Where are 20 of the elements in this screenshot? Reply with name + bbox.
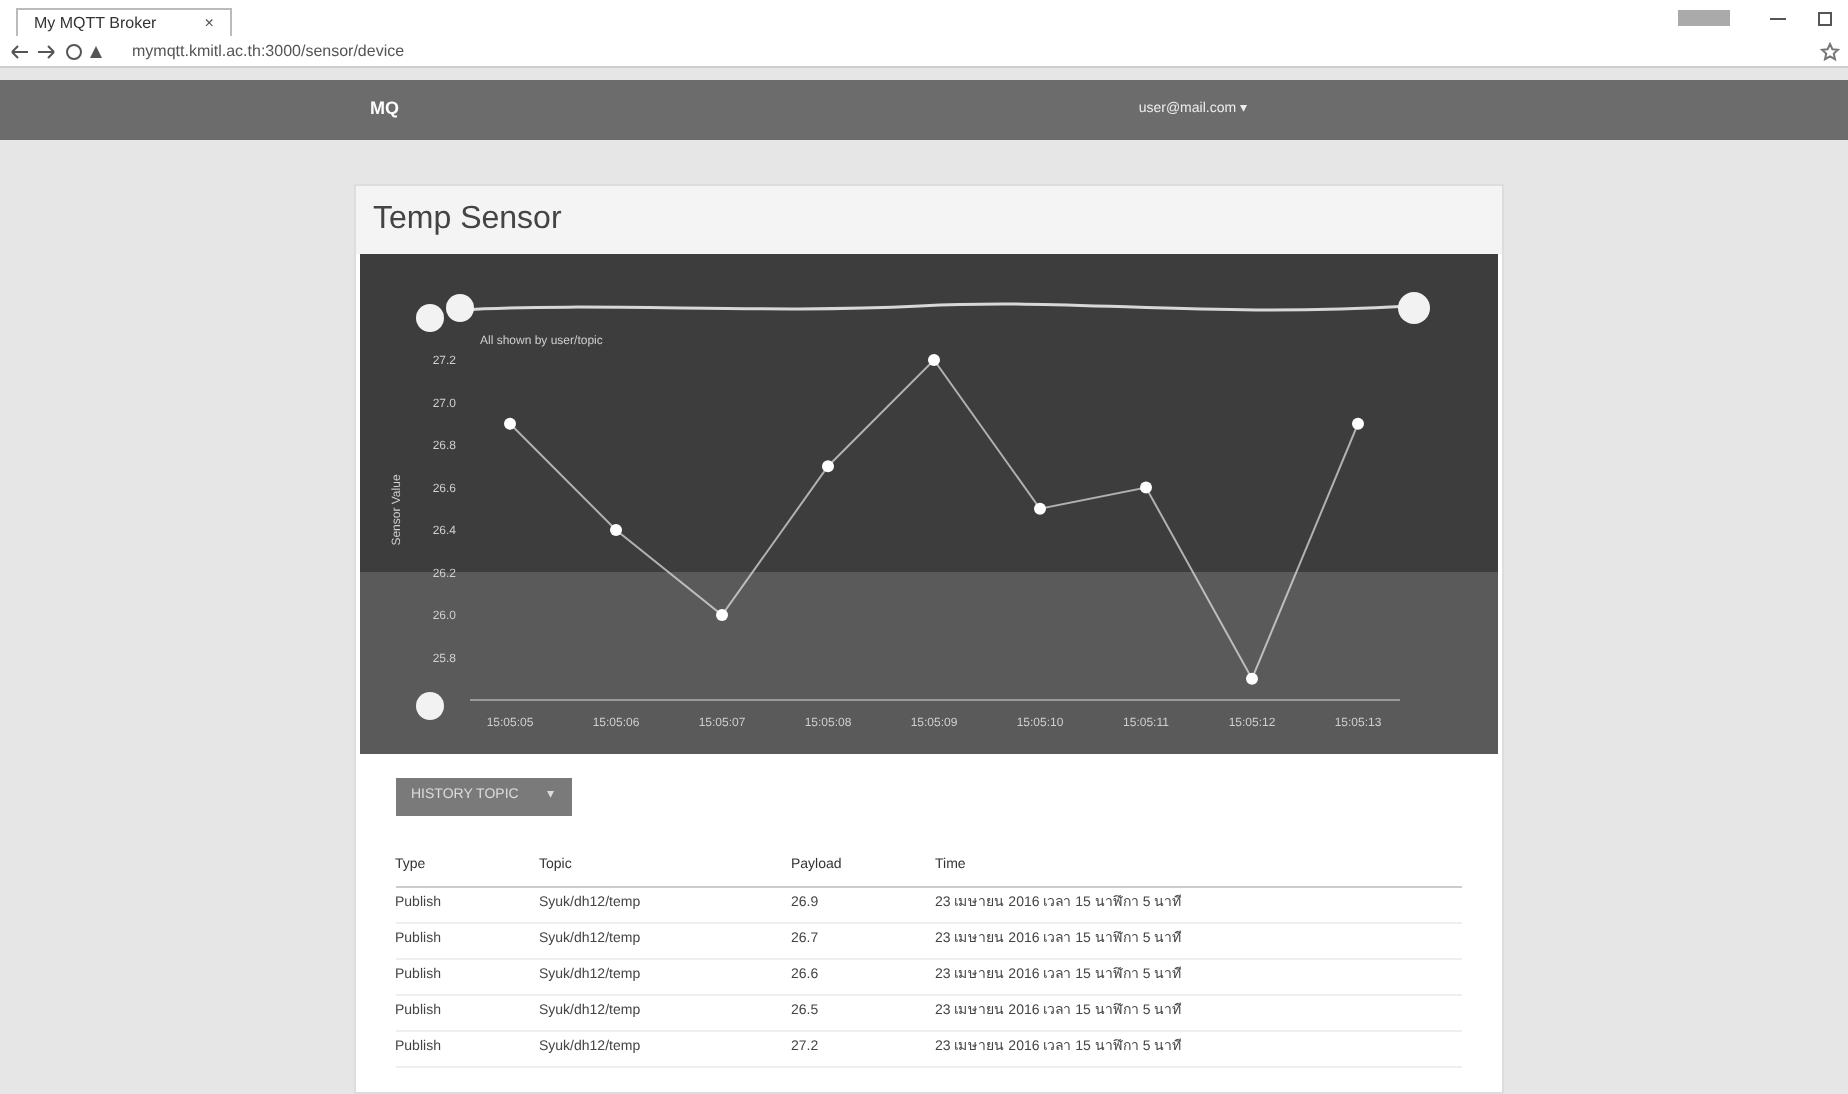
bookmark-star-icon[interactable] [1820,41,1840,61]
maximize-icon[interactable] [1818,12,1832,26]
brand-logo[interactable]: MQ [370,96,399,124]
zoom-icon[interactable] [415,692,443,720]
data-point [1351,417,1363,430]
navigator-handle-icon[interactable] [1397,292,1429,324]
tab-close-button[interactable]: × [204,11,214,35]
data-point [609,524,621,536]
browser-tab[interactable]: My MQTT Broker × [16,8,232,36]
tab-title: My MQTT Broker [34,11,157,35]
data-point [927,354,939,366]
data-point [821,460,833,473]
card-title: Temp Sensor [373,200,562,240]
data-point [1245,672,1257,685]
zoom-icon[interactable] [415,304,443,332]
data-point [715,609,727,621]
data-point [1139,481,1151,494]
navigator-handle-icon[interactable] [445,294,473,322]
data-point [503,417,515,430]
data-point [1033,502,1045,515]
